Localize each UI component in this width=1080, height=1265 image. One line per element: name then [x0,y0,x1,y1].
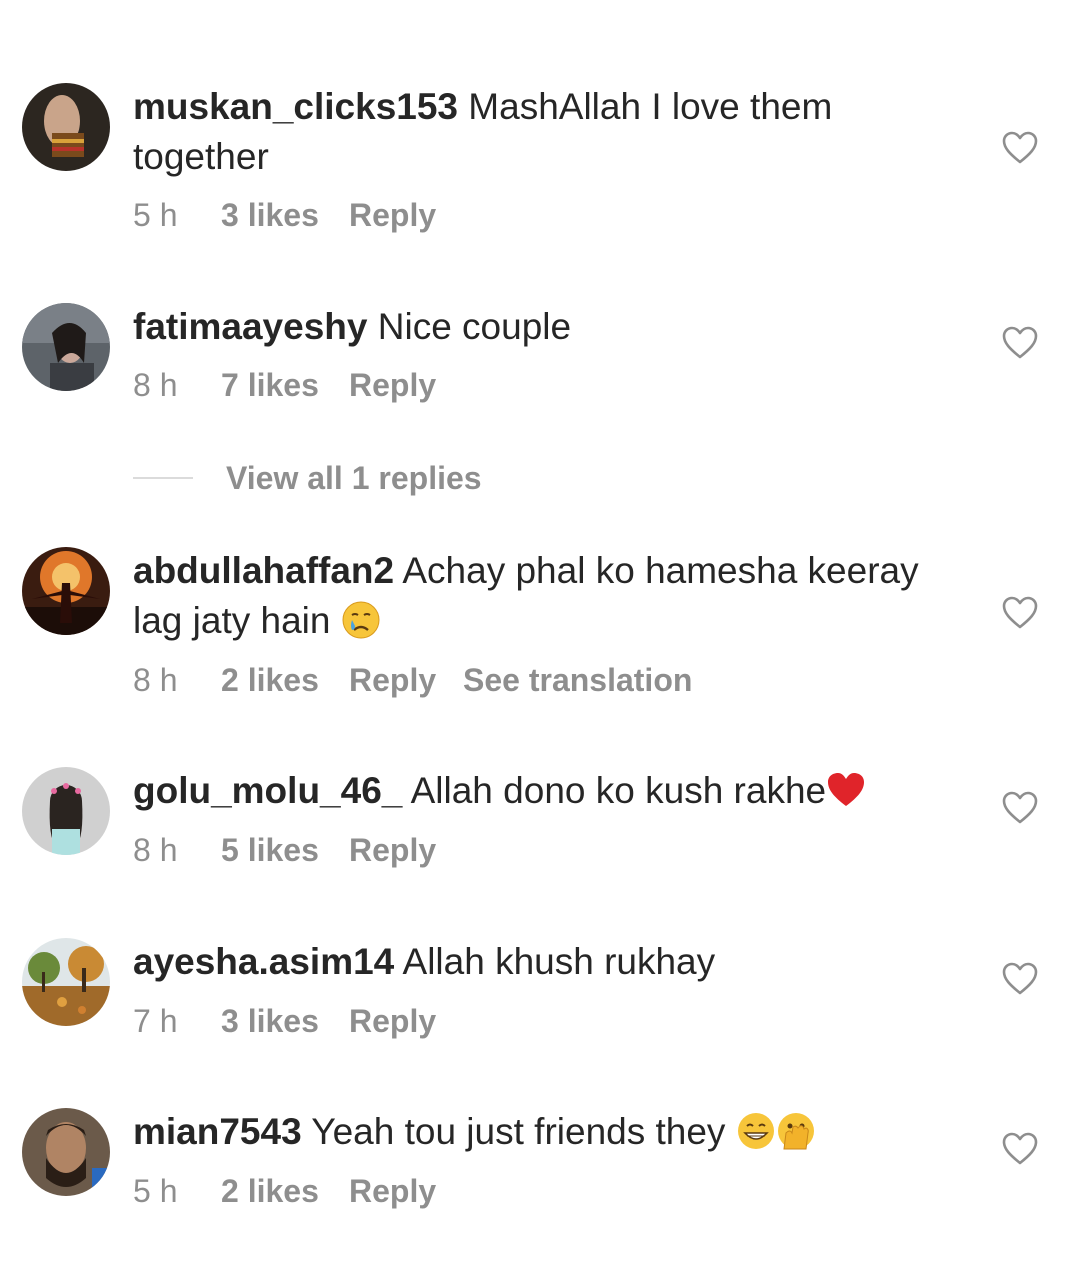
reply-button[interactable]: Reply [349,660,463,700]
comment-meta: 5 h 3 likes Reply [133,195,463,235]
comment-text: fatimaayeshy Nice couple [133,302,943,352]
comment-time: 5 h [133,197,178,233]
likes-count[interactable]: 2 likes [221,1171,349,1211]
comment-body: Allah dono ko kush rakhe [410,770,827,811]
username[interactable]: golu_molu_46_ [133,770,402,811]
like-heart-icon[interactable] [1002,962,1038,996]
grinning-face-emoji [736,1111,776,1151]
avatar[interactable] [22,938,110,1026]
likes-count[interactable]: 3 likes [221,195,349,235]
hand-over-mouth-emoji [776,1111,816,1151]
comment-body: Yeah tou just friends they [311,1111,726,1152]
likes-count[interactable]: 3 likes [221,1001,349,1041]
comment-text: abdullahaffan2 Achay phal ko hamesha kee… [133,546,943,646]
like-heart-icon[interactable] [1002,791,1038,825]
reply-button[interactable]: Reply [349,195,463,235]
avatar[interactable] [22,303,110,391]
like-heart-icon[interactable] [1002,1132,1038,1166]
comment-meta: 8 h 5 likes Reply [133,830,463,870]
comment-time: 8 h [133,662,178,698]
comment-body: Nice couple [377,306,572,347]
comment-meta: 8 h 7 likes Reply [133,365,463,405]
comment-body: Allah khush rukhay [402,941,716,982]
comment-meta: 5 h 2 likes Reply [133,1171,463,1211]
likes-count[interactable]: 5 likes [221,830,349,870]
comment-text: ayesha.asim14 Allah khush rukhay [133,937,943,987]
like-heart-icon[interactable] [1002,326,1038,360]
username[interactable]: ayesha.asim14 [133,941,394,982]
likes-count[interactable]: 2 likes [221,660,349,700]
comment-time: 8 h [133,367,178,403]
comment-meta: 8 h 2 likes Reply See translation [133,660,692,700]
username[interactable]: fatimaayeshy [133,306,367,347]
reply-button[interactable]: Reply [349,830,463,870]
avatar[interactable] [22,547,110,635]
avatar[interactable] [22,1108,110,1196]
reply-button[interactable]: Reply [349,365,463,405]
see-translation-button[interactable]: See translation [463,660,692,700]
red-heart-emoji [826,770,866,810]
comment-meta: 7 h 3 likes Reply [133,1001,463,1041]
comment-time: 8 h [133,832,178,868]
avatar[interactable] [22,83,110,171]
view-replies-button[interactable]: View all 1 replies [133,458,533,498]
avatar[interactable] [22,767,110,855]
crying-face-emoji [341,600,381,640]
comment-time: 7 h [133,1003,178,1039]
username[interactable]: muskan_clicks153 [133,86,458,127]
likes-count[interactable]: 7 likes [221,365,349,405]
comment-text: mian7543 Yeah tou just friends they [133,1107,943,1157]
replies-divider [133,477,193,479]
comment-text: muskan_clicks153 MashAllah I love them t… [133,82,943,182]
comment-time: 5 h [133,1173,178,1209]
comment-text: golu_molu_46_ Allah dono ko kush rakhe [133,766,943,816]
reply-button[interactable]: Reply [349,1001,463,1041]
like-heart-icon[interactable] [1002,596,1038,630]
username[interactable]: abdullahaffan2 [133,550,394,591]
reply-button[interactable]: Reply [349,1171,463,1211]
like-heart-icon[interactable] [1002,131,1038,165]
username[interactable]: mian7543 [133,1111,302,1152]
view-replies-label[interactable]: View all 1 replies [226,458,482,498]
